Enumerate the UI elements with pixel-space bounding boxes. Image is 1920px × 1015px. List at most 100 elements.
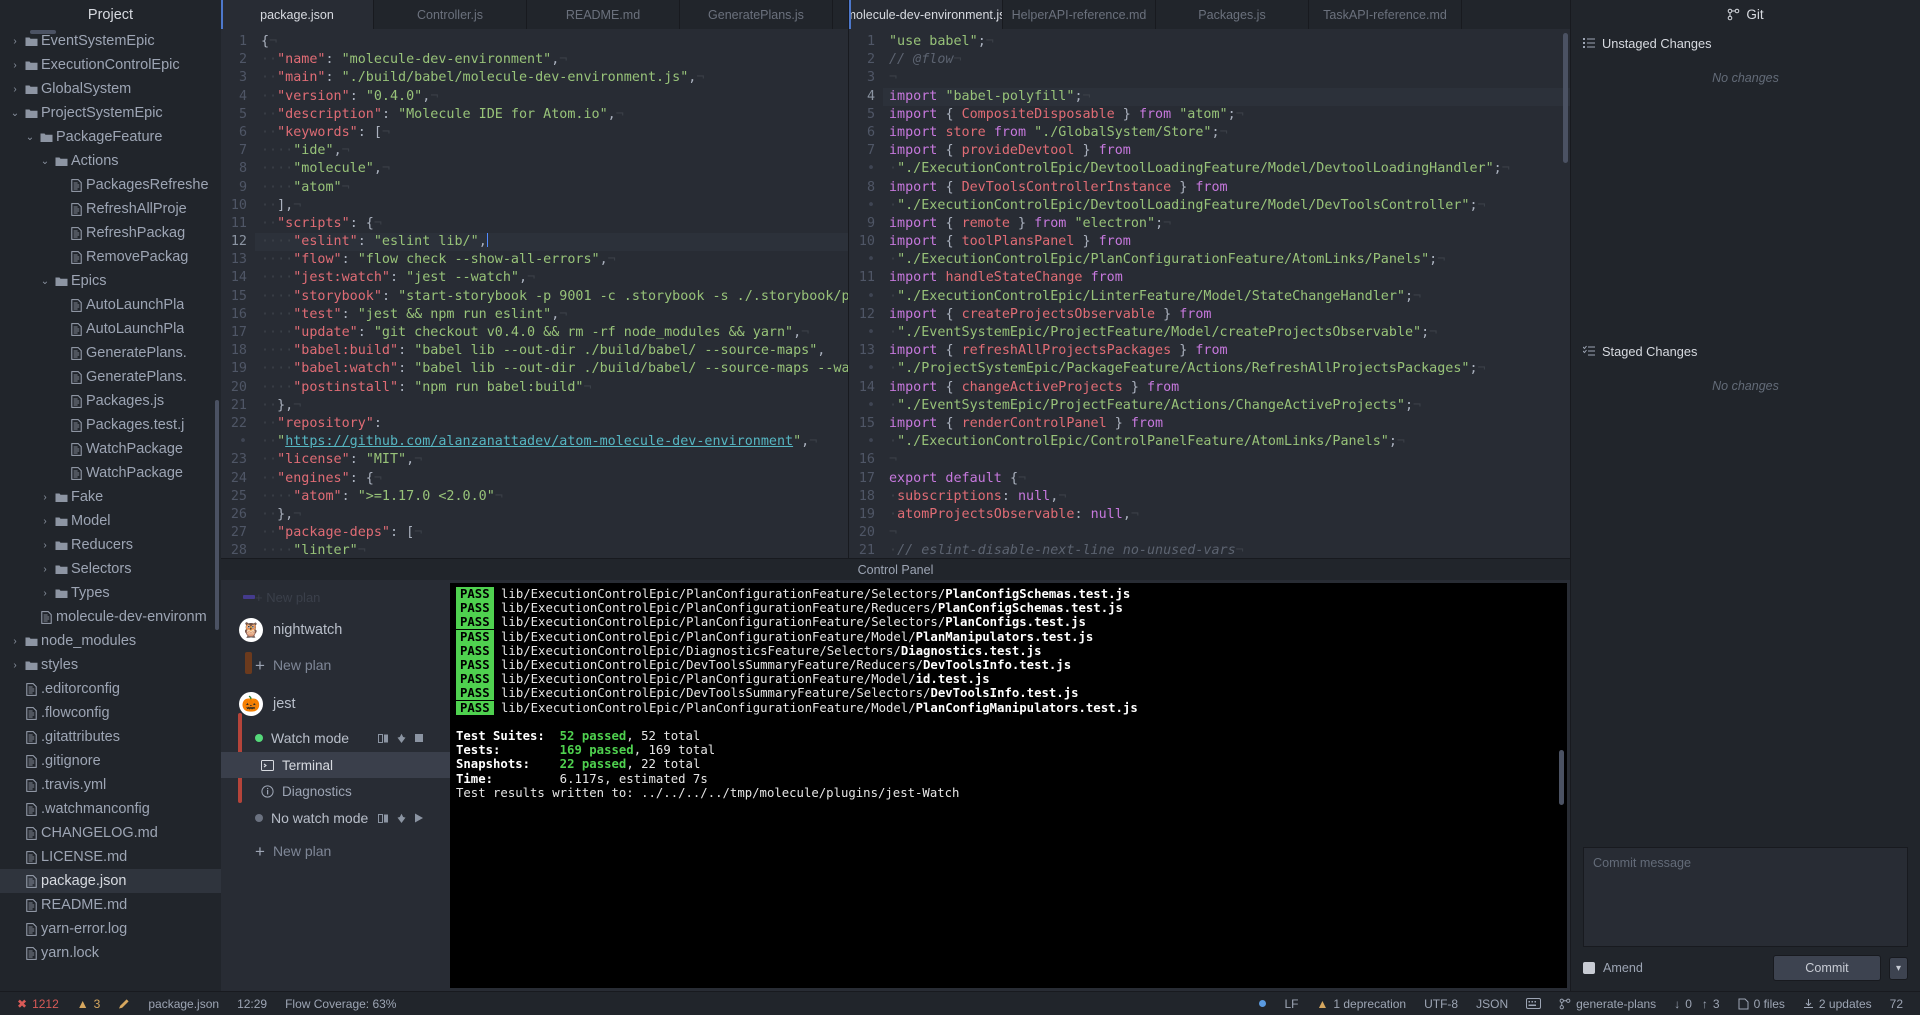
chevron-right-icon[interactable]: › xyxy=(8,36,22,47)
chevron-down-icon[interactable]: ⌄ xyxy=(38,276,52,287)
code-content-left[interactable]: {¬··"name": "molecule-dev-environment",¬… xyxy=(255,29,848,558)
code-line[interactable]: ··"description": "Molecule IDE for Atom.… xyxy=(261,106,848,124)
tree-file-row[interactable]: Packages.js xyxy=(0,389,221,413)
staged-changes-header[interactable]: Staged Changes xyxy=(1571,337,1920,365)
code-line[interactable]: ··"engines": {¬ xyxy=(261,470,848,488)
tree-folder-row[interactable]: ›Reducers xyxy=(0,533,221,557)
code-line[interactable]: import { provideDevtool } from xyxy=(889,142,1570,160)
chevron-down-icon[interactable]: ⌄ xyxy=(8,108,22,119)
tree-file-row[interactable]: yarn-error.log xyxy=(0,917,221,941)
code-editor-left[interactable]: 12345678910111213141516171819202122•2324… xyxy=(221,29,848,558)
code-line[interactable]: import { CompositeDisposable } from "ato… xyxy=(889,106,1570,124)
code-line[interactable]: ····"babel:watch": "babel lib --out-dir … xyxy=(261,360,848,378)
jest-no-watch-mode-row[interactable]: No watch mode xyxy=(221,804,450,832)
tree-file-row[interactable]: README.md xyxy=(0,893,221,917)
tree-file-row[interactable]: .flowconfig xyxy=(0,701,221,725)
code-line[interactable]: "use babel";¬ xyxy=(889,33,1570,51)
line-ending[interactable]: LF xyxy=(1275,997,1307,1011)
grammar[interactable]: JSON xyxy=(1467,997,1517,1011)
chevron-down-icon[interactable]: ⌄ xyxy=(38,156,52,167)
chevron-right-icon[interactable]: › xyxy=(8,636,22,647)
unstaged-changes-header[interactable]: Unstaged Changes xyxy=(1571,29,1920,57)
plan-header-jest[interactable]: 🎃 jest xyxy=(221,684,450,724)
code-line[interactable]: import store from "./GlobalSystem/Store"… xyxy=(889,124,1570,142)
tree-file-row[interactable]: .watchmanconfig xyxy=(0,797,221,821)
tree-folder-row[interactable]: ⌄Actions xyxy=(0,149,221,173)
tree-file-row[interactable]: PackagesRefreshe xyxy=(0,173,221,197)
tree-file-row[interactable]: LICENSE.md xyxy=(0,845,221,869)
code-line[interactable]: ·"./ExecutionControlEpic/ControlPanelFea… xyxy=(889,433,1570,451)
chevron-right-icon[interactable]: › xyxy=(38,492,52,503)
code-line[interactable]: ·"./ProjectSystemEpic/PackageFeature/Act… xyxy=(889,360,1570,378)
code-line[interactable]: ··"repository": xyxy=(261,415,848,433)
code-line[interactable]: ··"license": "MIT",¬ xyxy=(261,451,848,469)
tree-file-row[interactable]: WatchPackage xyxy=(0,461,221,485)
code-line[interactable]: ·"./ExecutionControlEpic/DevtoolLoadingF… xyxy=(889,197,1570,215)
commit-button[interactable]: Commit xyxy=(1773,955,1881,981)
code-line[interactable]: ·"./EventSystemEpic/ProjectFeature/Model… xyxy=(889,324,1570,342)
code-line[interactable]: import { DevToolsControllerInstance } fr… xyxy=(889,179,1570,197)
jest-terminal-output[interactable]: PASS lib/ExecutionControlEpic/PlanConfig… xyxy=(450,583,1567,988)
tree-file-row[interactable]: package.json xyxy=(0,869,221,893)
git-branch[interactable]: generate-plans xyxy=(1550,997,1665,1011)
tab-molecule-dev-environment-js[interactable]: molecule-dev-environment.js xyxy=(849,0,1003,29)
tab-taskapi-reference-md[interactable]: TaskAPI-reference.md xyxy=(1309,0,1462,29)
chevron-right-icon[interactable]: › xyxy=(38,516,52,527)
jest-watch-mode-row[interactable]: Watch mode xyxy=(221,724,450,752)
tree-file-row[interactable]: AutoLaunchPla xyxy=(0,317,221,341)
chevron-right-icon[interactable]: › xyxy=(38,588,52,599)
deprecation-count[interactable]: ▲ 1 deprecation xyxy=(1307,997,1415,1011)
code-line[interactable]: ····"atom": ">=1.17.0 <2.0.0"¬ xyxy=(261,488,848,506)
jest-no-watch-mode-actions[interactable] xyxy=(378,813,424,824)
cursor-position[interactable]: 12:29 xyxy=(228,997,276,1011)
tree-file-row[interactable]: WatchPackage xyxy=(0,437,221,461)
code-line[interactable]: ····"postinstall": "npm run babel:build"… xyxy=(261,379,848,397)
jest-terminal-item[interactable]: Terminal xyxy=(221,752,450,778)
code-line[interactable]: // @flow¬ xyxy=(889,51,1570,69)
terminal-scrollbar[interactable] xyxy=(1559,750,1564,805)
code-content-right[interactable]: "use babel";¬// @flow¬¬import "babel-pol… xyxy=(883,29,1570,558)
code-line[interactable]: import "babel-polyfill";¬ xyxy=(883,88,1570,106)
tree-file-row[interactable]: GeneratePlans. xyxy=(0,341,221,365)
tree-file-row[interactable]: .editorconfig xyxy=(0,677,221,701)
code-line[interactable]: import { renderControlPanel } from xyxy=(889,415,1570,433)
tree-folder-row[interactable]: ⌄ProjectSystemEpic xyxy=(0,101,221,125)
code-line[interactable]: ····"ide",¬ xyxy=(261,142,848,160)
code-line[interactable]: ····"linter"¬ xyxy=(261,542,848,558)
chevron-right-icon[interactable]: › xyxy=(8,60,22,71)
code-line[interactable]: {¬ xyxy=(261,33,848,51)
code-line[interactable]: import { refreshAllProjectsPackages } fr… xyxy=(889,342,1570,360)
code-line[interactable]: import { changeActiveProjects } from xyxy=(889,379,1570,397)
tab-controller-js[interactable]: Controller.js xyxy=(374,0,527,29)
changed-files-count[interactable]: 0 files xyxy=(1729,997,1794,1011)
tab-packages-js[interactable]: Packages.js xyxy=(1156,0,1309,29)
tree-folder-row[interactable]: ›styles xyxy=(0,653,221,677)
tree-file-row[interactable]: CHANGELOG.md xyxy=(0,821,221,845)
jest-diagnostics-item[interactable]: Diagnostics xyxy=(221,778,450,804)
code-line[interactable]: ·"./ExecutionControlEpic/DevtoolLoadingF… xyxy=(889,160,1570,178)
tree-file-row[interactable]: RefreshPackag xyxy=(0,221,221,245)
tree-folder-row[interactable]: ›GlobalSystem xyxy=(0,77,221,101)
code-line[interactable]: ····"eslint": "eslint lib/", xyxy=(255,233,848,251)
jest-watch-mode-actions[interactable] xyxy=(378,733,424,744)
code-line[interactable]: ····"test": "jest && npm run eslint",¬ xyxy=(261,306,848,324)
tree-file-row[interactable]: .travis.yml xyxy=(0,773,221,797)
code-line[interactable]: ··},¬ xyxy=(261,506,848,524)
sidebar-scrollbar[interactable] xyxy=(215,400,219,630)
code-line[interactable]: ··"package-deps": [¬ xyxy=(261,524,848,542)
tab-readme-md[interactable]: README.md xyxy=(527,0,680,29)
commit-message-input[interactable]: Commit message xyxy=(1583,847,1908,947)
code-line[interactable]: ·"./ExecutionControlEpic/PlanConfigurati… xyxy=(889,251,1570,269)
code-line[interactable]: import { remote } from "electron";¬ xyxy=(889,215,1570,233)
code-line[interactable]: ····"jest:watch": "jest --watch",¬ xyxy=(261,269,848,287)
tree-file-row[interactable]: Packages.test.j xyxy=(0,413,221,437)
code-line[interactable]: ¬ xyxy=(889,69,1570,87)
update-count-badge[interactable]: 72 xyxy=(1881,997,1912,1011)
code-line[interactable]: ····"flow": "flow check --show-all-error… xyxy=(261,251,848,269)
tree-file-row[interactable]: RemovePackag xyxy=(0,245,221,269)
code-line[interactable]: ·"./EventSystemEpic/ProjectFeature/Actio… xyxy=(889,397,1570,415)
code-line[interactable]: ·subscriptions: null,¬ xyxy=(889,488,1570,506)
tree-file-row[interactable]: .gitattributes xyxy=(0,725,221,749)
code-line[interactable]: ····"molecule",¬ xyxy=(261,160,848,178)
tab-package-json[interactable]: package.json xyxy=(221,0,374,29)
